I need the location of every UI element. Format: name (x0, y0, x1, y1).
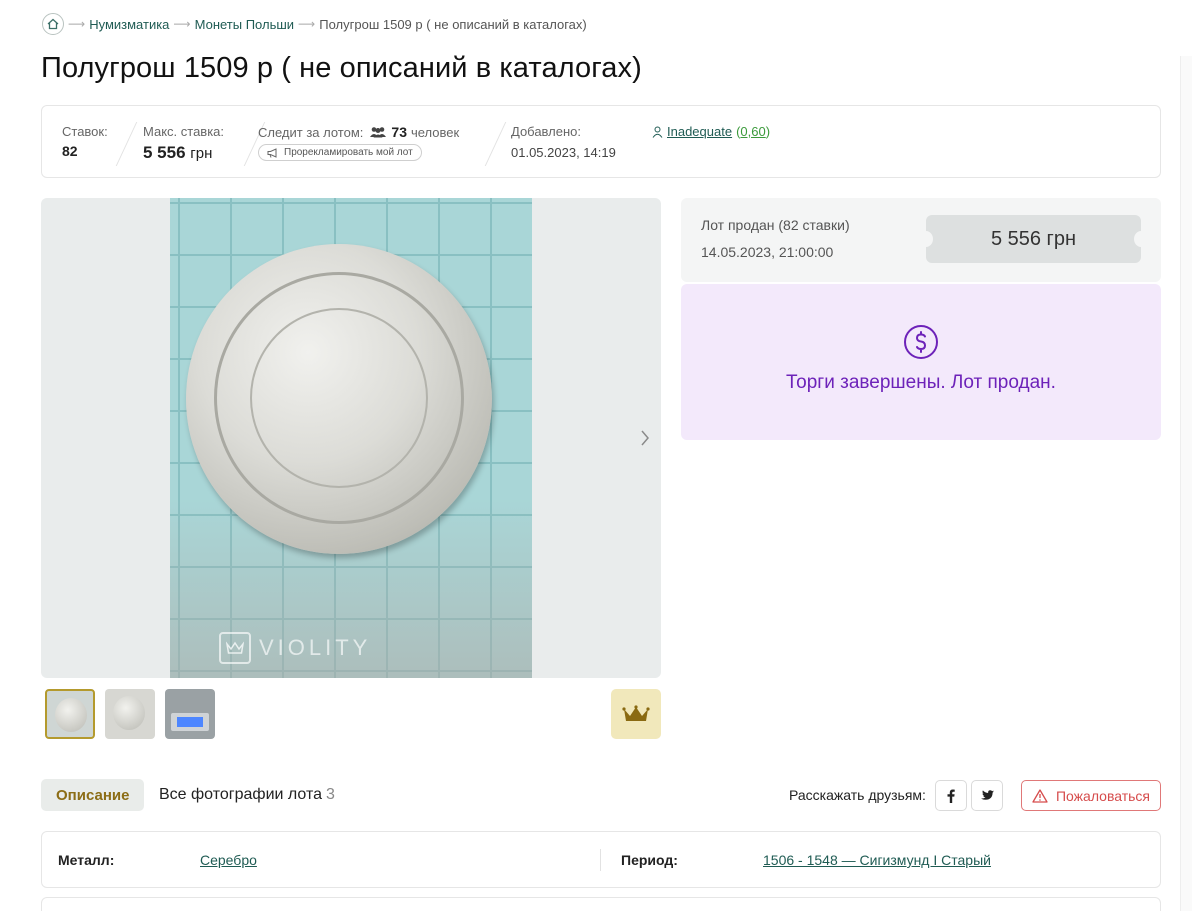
bids-value: 82 (62, 143, 78, 159)
watermark-text: VIOLITY (259, 635, 372, 660)
home-icon[interactable] (42, 13, 64, 35)
tab-description[interactable]: Описание (41, 779, 145, 811)
breadcrumb-arrow-icon: ⟶ (173, 17, 191, 31)
promote-lot-label: Прорекламировать мой лот (284, 147, 413, 158)
lot-properties-next-row (41, 897, 1161, 911)
metal-label: Металл: (58, 852, 115, 868)
thumbnail-2[interactable] (105, 689, 155, 739)
share-facebook-button[interactable] (935, 780, 967, 811)
page-title: Полугрош 1509 р ( не описаний в каталога… (41, 52, 642, 84)
watchers-stat: Следит за лотом: 73 человек Прорекламиро… (258, 124, 459, 161)
lot-gallery[interactable]: VIOLITY (41, 198, 661, 678)
thumbnail-strip (45, 689, 215, 739)
thumbnail-3[interactable] (165, 689, 215, 739)
status-text: Торги завершены. Лот продан. (786, 372, 1056, 393)
breadcrumb-numismatics[interactable]: Нумизматика (89, 17, 169, 32)
lot-photo[interactable] (170, 198, 532, 678)
final-price: 5 556 грн (919, 215, 1148, 263)
lot-stats-bar: Ставок: 82 Макс. ставка: 5 556 грн Следи… (41, 105, 1161, 178)
period-value[interactable]: 1506 - 1548 — Сигизмунд I Старый (763, 852, 991, 868)
users-icon (369, 126, 387, 138)
report-button[interactable]: Пожаловаться (1021, 780, 1161, 811)
seller-link[interactable]: Inadequate (667, 124, 732, 139)
sold-label: Лот продан (82 ставки) (701, 217, 850, 233)
user-icon (652, 126, 663, 138)
report-label: Пожаловаться (1055, 787, 1150, 804)
dollar-circle-icon (904, 325, 938, 359)
metal-value[interactable]: Серебро (200, 852, 257, 868)
max-bid-value: 5 556 грн (143, 143, 213, 162)
breadcrumb-arrow-icon: ⟶ (68, 17, 86, 31)
auction-status: Торги завершены. Лот продан. (681, 284, 1161, 440)
coin-image (186, 244, 492, 554)
added-label: Добавлено: (511, 124, 582, 139)
thumbnail-scale-screen (177, 717, 203, 727)
period-label: Период: (621, 852, 678, 868)
promote-lot-button[interactable]: Прорекламировать мой лот (258, 144, 422, 161)
seller: Inadequate (0,60) (652, 124, 770, 139)
breadcrumb-current: Полугрош 1509 р ( не описаний в каталога… (319, 16, 587, 32)
added-value: 01.05.2023, 14:19 (511, 145, 616, 160)
thumbnail-coin (55, 698, 87, 732)
divider (115, 122, 138, 166)
breadcrumb-arrow-icon: ⟶ (298, 17, 316, 31)
warning-icon (1032, 788, 1048, 803)
crown-watermark-icon (219, 632, 251, 664)
bids-stat: Ставок: 82 (62, 124, 108, 159)
sold-date: 14.05.2023, 21:00:00 (701, 244, 834, 260)
chevron-right-icon (641, 430, 649, 446)
share-twitter-button[interactable] (971, 780, 1003, 811)
breadcrumb-poland-coins[interactable]: Монеты Польши (195, 17, 294, 32)
bids-label: Ставок: (62, 124, 108, 139)
watchers-line: Следит за лотом: 73 человек (258, 124, 459, 140)
coin-ring-inner (250, 308, 428, 488)
watchers-label: Следит за лотом: (258, 124, 364, 140)
max-bid-stat: Макс. ставка: 5 556 грн (143, 124, 224, 163)
facebook-icon (947, 789, 955, 803)
megaphone-icon (267, 147, 277, 158)
crown-button[interactable] (611, 689, 661, 739)
seller-rating: (0,60) (736, 124, 771, 139)
watchers-count: 73 (391, 124, 407, 140)
property-divider (600, 849, 601, 871)
watchers-unit: человек (410, 124, 460, 140)
watermark: VIOLITY (219, 632, 371, 664)
share-label: Расскажать друзьям: (789, 787, 926, 803)
tab-all-photos-count: 3 (326, 786, 335, 803)
max-bid-label: Макс. ставка: (143, 124, 225, 139)
added-stat: Добавлено: 01.05.2023, 14:19 (511, 124, 616, 160)
tab-all-photos[interactable]: Все фотографии лота 3 (159, 779, 335, 811)
page-scrollbar[interactable] (1180, 56, 1192, 911)
lot-result: Лот продан (82 ставки) 14.05.2023, 21:00… (681, 198, 1161, 282)
crown-icon (622, 705, 650, 721)
thumbnail-coin (113, 696, 145, 730)
seller-rating-link[interactable]: 0,60 (740, 124, 765, 139)
thumbnail-1[interactable] (45, 689, 95, 739)
lot-properties: Металл: Серебро Период: 1506 - 1548 — Си… (41, 831, 1161, 888)
twitter-icon (981, 789, 994, 800)
gallery-next-button[interactable] (637, 426, 653, 450)
tab-all-photos-label: Все фотографии лота (159, 786, 322, 803)
divider (484, 122, 507, 166)
breadcrumb: ⟶ Нумизматика ⟶ Монеты Польши ⟶ Полугрош… (42, 12, 587, 36)
